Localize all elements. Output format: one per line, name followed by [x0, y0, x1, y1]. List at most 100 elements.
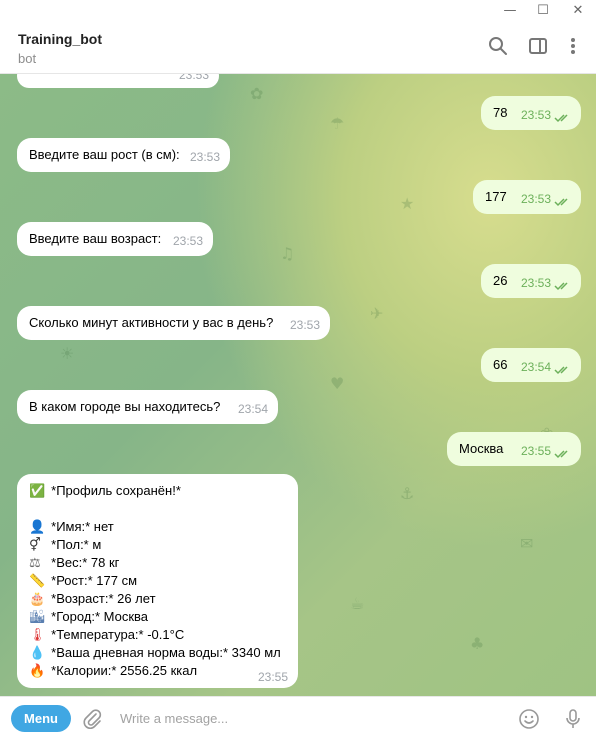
bot-menu-button[interactable]: Menu — [11, 705, 71, 732]
city-icon: 🏙 — [29, 610, 46, 625]
attach-icon — [83, 709, 102, 729]
message-time: 23:54 — [520, 360, 551, 374]
search-icon — [489, 37, 507, 55]
message-incoming[interactable]: 23:53 — [17, 74, 219, 88]
message-incoming[interactable]: В каком городе вы находитесь? 23:54 — [17, 390, 278, 424]
scales-icon: ⚖ — [29, 556, 41, 571]
wallpaper-doodle: ⚓ — [400, 484, 415, 503]
chat-history[interactable]: ✿ ☂ ★ ♫ ✈ ☀ ♥ ⚓ ✉ ☕ ♣ ❀ 23:53 78 23:53 В… — [0, 74, 596, 696]
emoji-icon — [519, 709, 539, 729]
double-check-icon — [554, 198, 568, 207]
message-text: 66 — [493, 357, 508, 372]
message-outgoing[interactable]: 26 23:53 — [481, 264, 581, 298]
double-check-icon — [554, 450, 568, 459]
thermometer-icon: 🌡 — [29, 628, 46, 643]
chat-subtitle: bot — [18, 51, 37, 66]
message-text: Москва — [459, 441, 504, 456]
message-outgoing[interactable]: 78 23:53 — [481, 96, 581, 130]
message-time: 23:53 — [520, 108, 551, 122]
wallpaper-doodle: ♫ — [280, 244, 295, 263]
maximize-icon: ☐ — [537, 2, 549, 18]
wallpaper-doodle: ✉ — [520, 534, 534, 553]
maximize-button[interactable]: ☐ — [528, 0, 558, 20]
double-check-icon — [554, 282, 568, 291]
microphone-icon — [566, 709, 580, 728]
profile-line-text: *Пол:* м — [51, 537, 102, 552]
ruler-icon: 📏 — [29, 574, 46, 589]
message-time: 23:55 — [257, 670, 288, 684]
chat-title[interactable]: Training_bot — [18, 31, 102, 47]
wallpaper-doodle: ♥ — [330, 374, 345, 393]
water-drop-icon: 💧 — [29, 646, 46, 661]
profile-line: ⚥ *Пол:* м — [29, 536, 101, 555]
minimize-button[interactable]: — — [495, 0, 525, 20]
profile-line: 👤 *Имя:* нет — [29, 518, 114, 537]
message-time: 23:53 — [289, 318, 320, 332]
message-incoming[interactable]: Сколько минут активности у вас в день? 2… — [17, 306, 330, 340]
more-vertical-icon — [571, 38, 575, 54]
wallpaper-doodle: ☂ — [330, 114, 345, 133]
message-input[interactable]: Write a message... — [120, 711, 228, 726]
wallpaper-doodle: ★ — [400, 194, 415, 213]
sidebar-toggle-button[interactable] — [525, 33, 551, 59]
chat-header: Training_bot bot — [0, 20, 596, 74]
fire-icon: 🔥 — [29, 664, 46, 679]
message-time: 23:53 — [172, 234, 203, 248]
minimize-icon: — — [503, 2, 517, 18]
message-incoming[interactable]: Введите ваш возраст: 23:53 — [17, 222, 213, 256]
message-time: 23:55 — [520, 444, 551, 458]
emoji-button[interactable] — [517, 707, 541, 731]
profile-line: ⚖ *Вес:* 78 кг — [29, 554, 119, 573]
message-time: 23:54 — [237, 402, 268, 416]
message-time: 23:53 — [189, 150, 220, 164]
close-icon: ✕ — [572, 2, 584, 18]
profile-line-text: *Рост:* 177 см — [51, 573, 138, 588]
message-incoming[interactable]: Введите ваш рост (в см): 23:53 — [17, 138, 230, 172]
message-text: 177 — [485, 189, 507, 204]
profile-line: 🔥 *Калории:* 2556.25 ккал — [29, 662, 197, 681]
profile-line-text: *Возраст:* 26 лет — [51, 591, 156, 606]
profile-line-text: *Город:* Москва — [51, 609, 149, 624]
double-check-icon — [554, 366, 568, 375]
wallpaper-doodle: ✿ — [250, 84, 264, 103]
search-button[interactable] — [485, 33, 511, 59]
profile-line: 🏙 *Город:* Москва — [29, 608, 148, 627]
profile-line: 💧 *Ваша дневная норма воды:* 3340 мл — [29, 644, 281, 663]
profile-line-text: *Ваша дневная норма воды:* 3340 мл — [51, 645, 281, 660]
profile-line-text: *Калории:* 2556.25 ккал — [51, 663, 198, 678]
check-mark-icon: ✅ — [29, 484, 46, 499]
wallpaper-doodle: ✈ — [370, 304, 384, 323]
wallpaper-doodle: ☀ — [60, 344, 75, 363]
birthday-cake-icon: 🎂 — [29, 592, 46, 607]
message-composer: Menu Write a message... — [0, 696, 596, 739]
profile-line-text: *Вес:* 78 кг — [51, 555, 120, 570]
message-outgoing[interactable]: Москва 23:55 — [447, 432, 581, 466]
profile-line: 🎂 *Возраст:* 26 лет — [29, 590, 156, 609]
message-outgoing[interactable]: 66 23:54 — [481, 348, 581, 382]
message-time: 23:53 — [520, 192, 551, 206]
attach-button[interactable] — [80, 707, 104, 731]
more-button[interactable] — [560, 33, 586, 59]
profile-line-text: *Имя:* нет — [51, 519, 114, 534]
message-text: В каком городе вы находитесь? — [29, 399, 221, 414]
message-text: Введите ваш рост (в см): — [29, 147, 180, 162]
message-text: 78 — [493, 105, 508, 120]
gender-icon: ⚥ — [29, 538, 41, 553]
double-check-icon — [554, 114, 568, 123]
message-text: Сколько минут активности у вас в день? — [29, 315, 274, 330]
profile-line-text: *Температура:* -0.1°C — [51, 627, 185, 642]
message-outgoing[interactable]: 177 23:53 — [473, 180, 581, 214]
user-icon: 👤 — [29, 520, 46, 535]
profile-summary-message[interactable]: ✅ *Профиль сохранён!* 👤 *Имя:* нет ⚥ *По… — [17, 474, 298, 688]
message-text: 26 — [493, 273, 508, 288]
wallpaper-doodle: ☕ — [350, 594, 365, 613]
voice-message-button[interactable] — [561, 707, 585, 731]
profile-line-text: *Профиль сохранён!* — [51, 483, 181, 498]
window-titlebar: — ☐ ✕ — [0, 0, 596, 20]
message-text: Введите ваш возраст: — [29, 231, 162, 246]
profile-line: 📏 *Рост:* 177 см — [29, 572, 137, 591]
wallpaper-doodle: ♣ — [470, 634, 485, 653]
close-window-button[interactable]: ✕ — [563, 0, 593, 20]
message-time: 23:53 — [178, 74, 209, 82]
message-time: 23:53 — [520, 276, 551, 290]
